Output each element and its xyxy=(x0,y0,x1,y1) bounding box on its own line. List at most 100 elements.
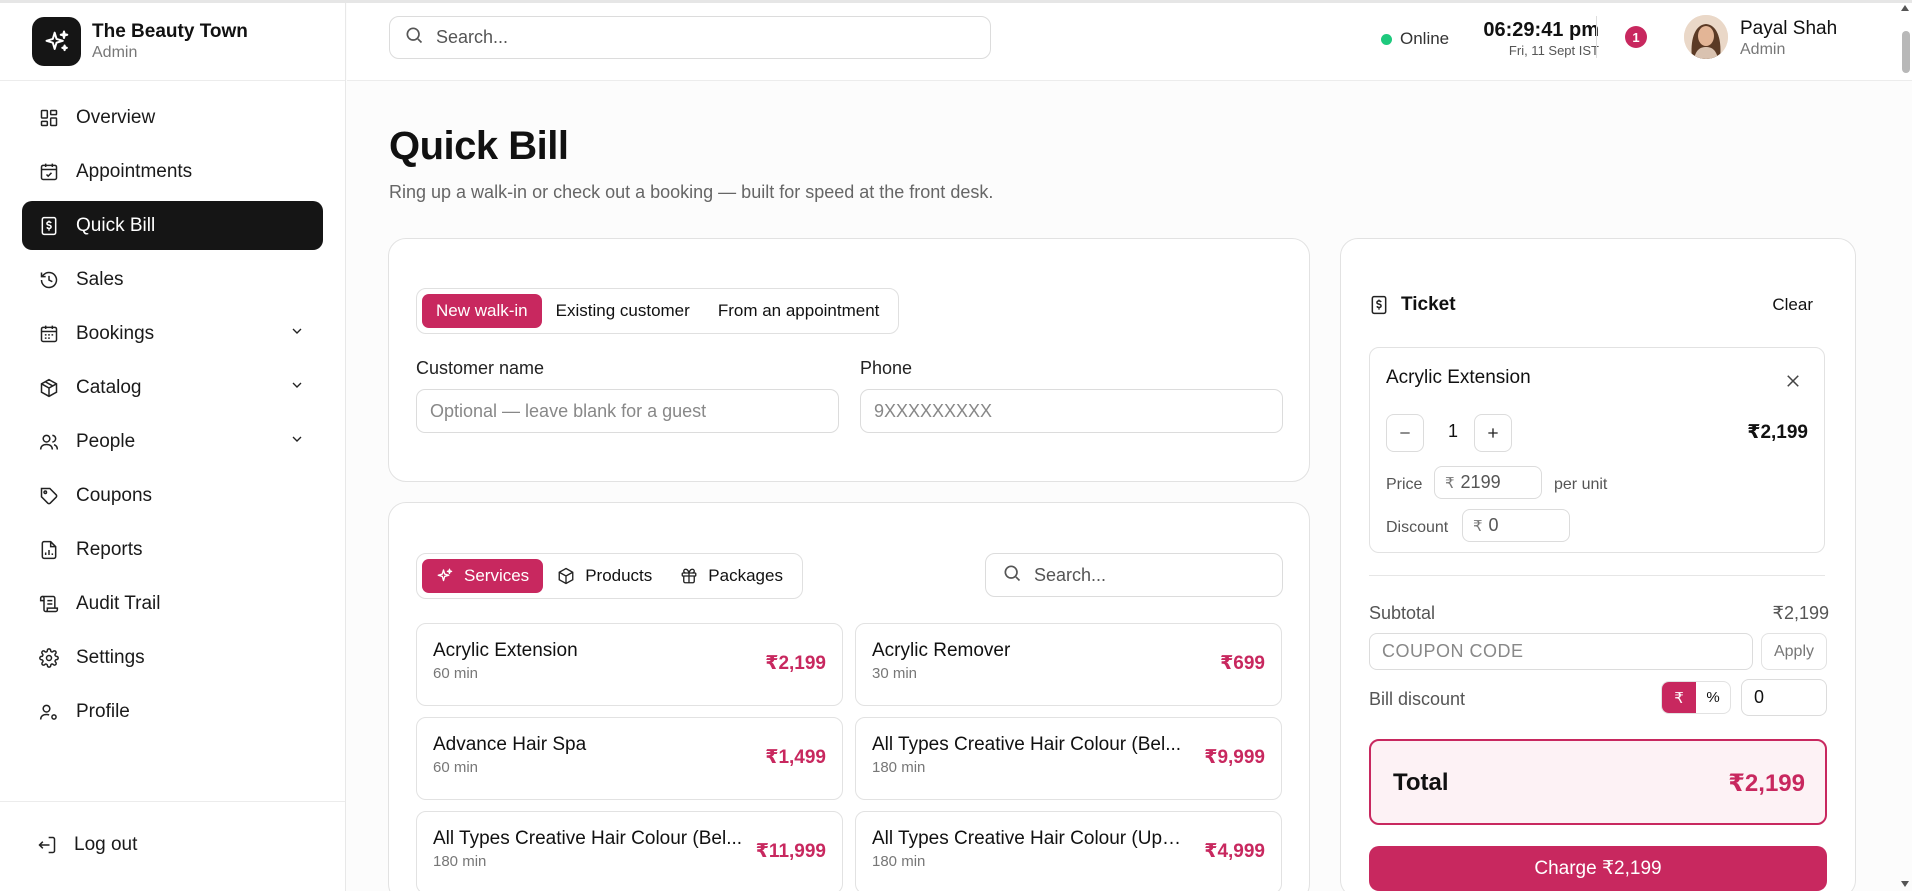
brand-role: Admin xyxy=(92,44,138,61)
service-price: ₹4,999 xyxy=(1204,841,1265,862)
chevron-down-icon xyxy=(289,323,305,345)
line-discount-field[interactable]: ₹ xyxy=(1462,509,1570,542)
page-scrollbar[interactable] xyxy=(1898,3,1912,891)
sidebar-item-bookings[interactable]: Bookings xyxy=(22,309,323,358)
tab-packages[interactable]: Packages xyxy=(666,559,797,593)
bill-discount-input[interactable]: 0 xyxy=(1741,679,1827,716)
rupee-prefix: ₹ xyxy=(1473,517,1483,535)
service-price: ₹699 xyxy=(1220,653,1265,674)
per-unit-label: per unit xyxy=(1554,476,1608,493)
clear-ticket-button[interactable]: Clear xyxy=(1772,295,1813,315)
service-name: Advance Hair Spa xyxy=(433,734,587,755)
customer-name-field[interactable] xyxy=(416,389,839,433)
sidebar-item-label: Settings xyxy=(76,646,145,668)
gift-icon xyxy=(681,568,697,584)
remove-line-item-button[interactable] xyxy=(1784,372,1802,395)
service-price: ₹11,999 xyxy=(755,841,826,862)
minus-icon xyxy=(1400,432,1410,434)
coupon-input[interactable] xyxy=(1382,641,1752,662)
sidebar-item-label: People xyxy=(76,430,136,452)
sidebar-item-label: Profile xyxy=(76,700,130,722)
apply-coupon-button[interactable]: Apply xyxy=(1761,633,1827,670)
sidebar-item-catalog[interactable]: Catalog xyxy=(22,363,323,412)
service-item[interactable]: All Types Creative Hair Colour (Bel... 1… xyxy=(855,717,1282,800)
notification-badge[interactable]: 1 xyxy=(1625,26,1647,48)
price-label: Price xyxy=(1386,476,1423,493)
logout-button[interactable]: Log out xyxy=(22,820,323,869)
service-name: All Types Creative Hair Colour (Bel... xyxy=(433,828,743,849)
sidebar-item-overview[interactable]: Overview xyxy=(22,93,323,142)
sidebar-item-coupons[interactable]: Coupons xyxy=(22,471,323,520)
service-item[interactable]: Acrylic Extension 60 min ₹2,199 xyxy=(416,623,843,706)
unit-price-field[interactable]: ₹ xyxy=(1434,466,1542,499)
sidebar-item-appointments[interactable]: Appointments xyxy=(22,147,323,196)
sidebar-item-label: Appointments xyxy=(76,160,193,182)
decrease-qty-button[interactable] xyxy=(1386,414,1424,452)
customer-card: New walk-in Existing customer From an ap… xyxy=(388,238,1310,482)
tab-new-walk-in[interactable]: New walk-in xyxy=(422,294,542,328)
service-item[interactable]: All Types Creative Hair Colour (Upt... 1… xyxy=(855,811,1282,891)
users-icon xyxy=(38,431,60,453)
package-icon xyxy=(38,377,60,399)
scroll-icon xyxy=(38,593,60,615)
clock-time: 06:29:41 pm xyxy=(1483,19,1599,41)
sidebar-item-quick-bill[interactable]: Quick Bill xyxy=(22,201,323,250)
sidebar-item-label: Quick Bill xyxy=(76,214,156,236)
clock-date: Fri, 11 Sept IST xyxy=(1508,43,1599,58)
total-box: Total ₹2,199 xyxy=(1369,739,1827,825)
global-search-input[interactable] xyxy=(436,27,976,48)
service-name: Acrylic Extension xyxy=(433,640,578,661)
sidebar-item-reports[interactable]: Reports xyxy=(22,525,323,574)
catalog-search[interactable] xyxy=(985,553,1283,597)
sidebar-item-profile[interactable]: Profile xyxy=(22,687,323,736)
customer-name-input[interactable] xyxy=(430,400,838,422)
service-item[interactable]: All Types Creative Hair Colour (Bel... 1… xyxy=(416,811,843,891)
phone-field[interactable] xyxy=(860,389,1283,433)
chevron-down-icon xyxy=(289,431,305,453)
line-discount-input[interactable] xyxy=(1488,515,1549,536)
sidebar-item-settings[interactable]: Settings xyxy=(22,633,323,682)
receipt-icon xyxy=(1371,295,1387,315)
phone-input[interactable] xyxy=(874,400,1282,422)
sparkles-icon xyxy=(32,17,81,66)
scroll-down-arrow-icon[interactable] xyxy=(1901,881,1909,887)
discount-mode-percent[interactable]: % xyxy=(1696,682,1730,713)
global-search[interactable] xyxy=(389,16,991,59)
total-value: ₹2,199 xyxy=(1728,770,1805,797)
sidebar-item-audit-trail[interactable]: Audit Trail xyxy=(22,579,323,628)
scrollbar-thumb[interactable] xyxy=(1902,31,1910,73)
coupon-field[interactable] xyxy=(1369,633,1753,670)
user-cog-icon xyxy=(38,701,60,723)
sidebar-item-sales[interactable]: Sales xyxy=(22,255,323,304)
subtotal-label: Subtotal xyxy=(1369,603,1436,623)
close-icon xyxy=(1787,375,1799,387)
top-bar: Online 06:29:41 pm Fri, 11 Sept IST 1 Pa… xyxy=(347,3,1912,81)
catalog-search-input[interactable] xyxy=(1034,564,1274,586)
service-item[interactable]: Acrylic Remover 30 min ₹699 xyxy=(855,623,1282,706)
service-item[interactable]: Advance Hair Spa 60 min ₹1,499 xyxy=(416,717,843,800)
tab-existing-customer[interactable]: Existing customer xyxy=(542,294,704,328)
chevron-down-icon xyxy=(289,377,305,399)
line-item-qty: 1 xyxy=(1447,421,1458,441)
service-price: ₹1,499 xyxy=(765,747,826,768)
tag-icon xyxy=(38,485,60,507)
tab-from-appointment[interactable]: From an appointment xyxy=(704,294,894,328)
avatar[interactable] xyxy=(1684,15,1728,59)
rupee-prefix: ₹ xyxy=(1445,474,1455,492)
brand[interactable]: The Beauty Town Admin xyxy=(0,3,345,81)
tab-products[interactable]: Products xyxy=(543,559,666,593)
line-item-name: Acrylic Extension xyxy=(1386,367,1531,388)
online-status-label: Online xyxy=(1400,29,1450,48)
unit-price-input[interactable] xyxy=(1460,472,1521,493)
sidebar-item-people[interactable]: People xyxy=(22,417,323,466)
scroll-up-arrow-icon[interactable] xyxy=(1901,5,1909,11)
increase-qty-button[interactable] xyxy=(1474,414,1512,452)
tab-services[interactable]: Services xyxy=(422,559,544,593)
online-dot-icon xyxy=(1381,33,1392,45)
user-menu[interactable]: Payal Shah Admin xyxy=(1740,17,1837,60)
plus-icon xyxy=(1488,428,1498,438)
discount-mode-amount[interactable]: ₹ xyxy=(1662,682,1696,713)
layout-grid-icon xyxy=(38,107,60,129)
catalog-card: Services Products Packages Acrylic Exten… xyxy=(388,502,1310,891)
charge-button[interactable]: Charge ₹2,199 xyxy=(1369,846,1827,891)
